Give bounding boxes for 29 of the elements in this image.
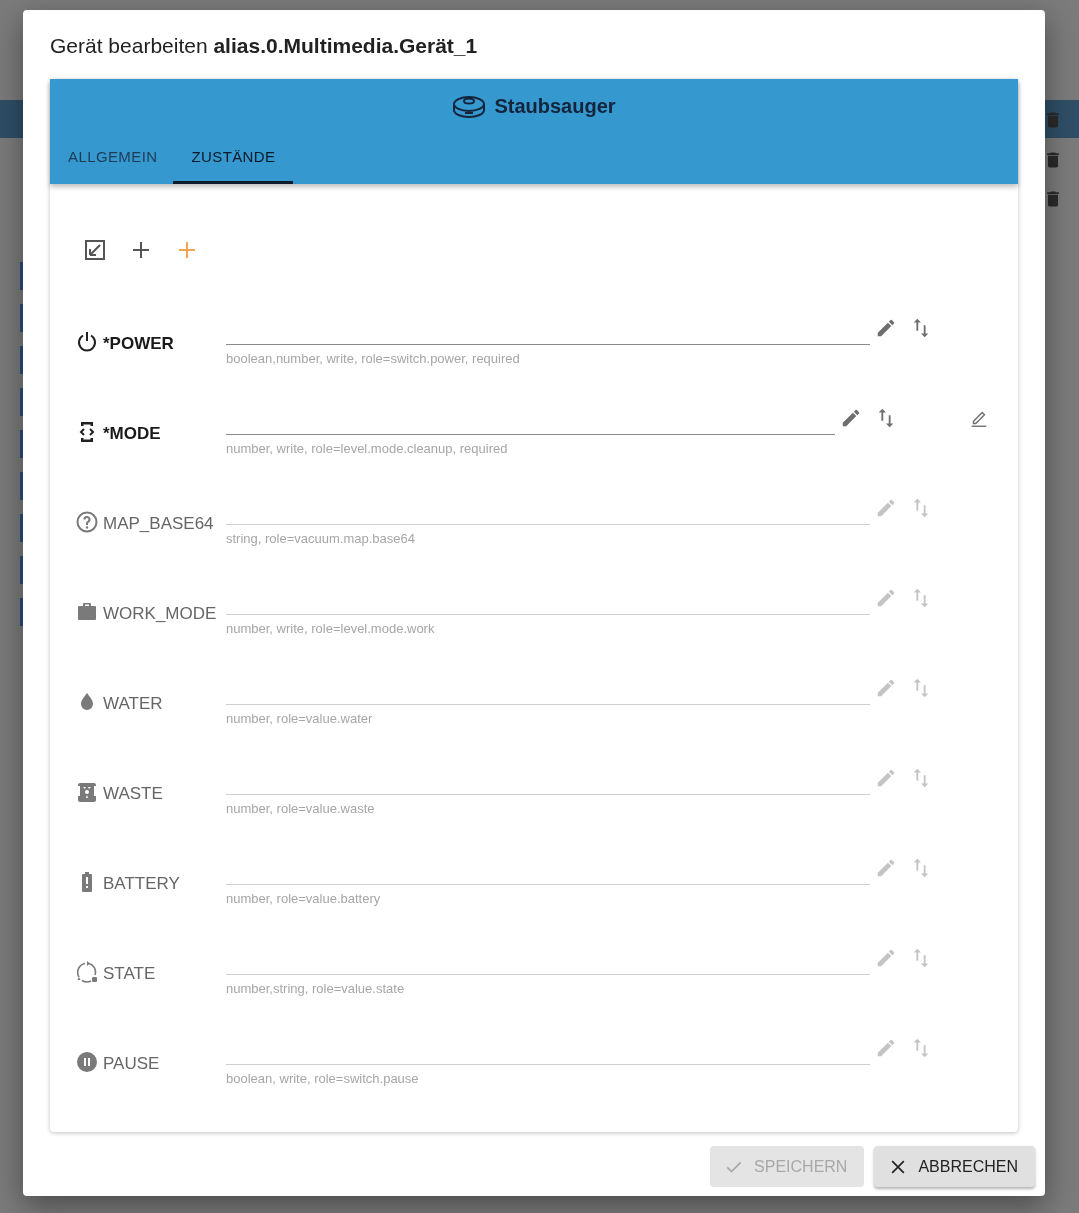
state-name: *POWER <box>103 333 174 354</box>
tab[interactable]: ALLGEMEIN <box>52 134 174 184</box>
state-hint: number, role=value.water <box>226 710 374 726</box>
cycle-icon <box>75 960 99 984</box>
state-name: PAUSE <box>103 1053 160 1074</box>
help-circle-icon <box>75 510 99 534</box>
state-hint: number, role=value.battery <box>226 890 382 906</box>
state-hint: string, role=vacuum.map.base64 <box>226 530 416 546</box>
state-hint: number, role=value.waste <box>226 800 376 816</box>
state-name: STATE <box>103 963 156 984</box>
resize-square-icon[interactable] <box>83 238 107 262</box>
state-name: MAP_BASE64 <box>103 513 214 534</box>
state-hint: number, write, role=level.mode.work <box>226 620 436 636</box>
power-icon <box>75 330 99 354</box>
state-hint: boolean,number, write, role=switch.power, required <box>226 350 521 366</box>
state-name: *MODE <box>103 423 161 444</box>
robot-vacuum-icon <box>452 93 487 120</box>
device-name: Staubsauger <box>494 95 616 118</box>
state-hint: number, write, role=level.mode.cleanup, required <box>226 440 509 456</box>
state-hint: number,string, role=value.state <box>226 980 406 996</box>
state-name: WATER <box>103 693 163 714</box>
state-hint: boolean, write, role=switch.pause <box>226 1070 420 1086</box>
state-name: BATTERY <box>103 873 180 894</box>
dialog-title: Gerät bearbeiten alias.0.Multimedia.Gerät_1 <box>49 33 479 59</box>
tab[interactable]: ZUSTÄNDE <box>173 134 294 184</box>
state-name: WASTE <box>103 783 163 804</box>
cancel-button[interactable]: ABBRECHEN <box>874 1146 1035 1187</box>
state-name: WORK_MODE <box>103 603 217 624</box>
barrel-icon <box>75 780 99 804</box>
